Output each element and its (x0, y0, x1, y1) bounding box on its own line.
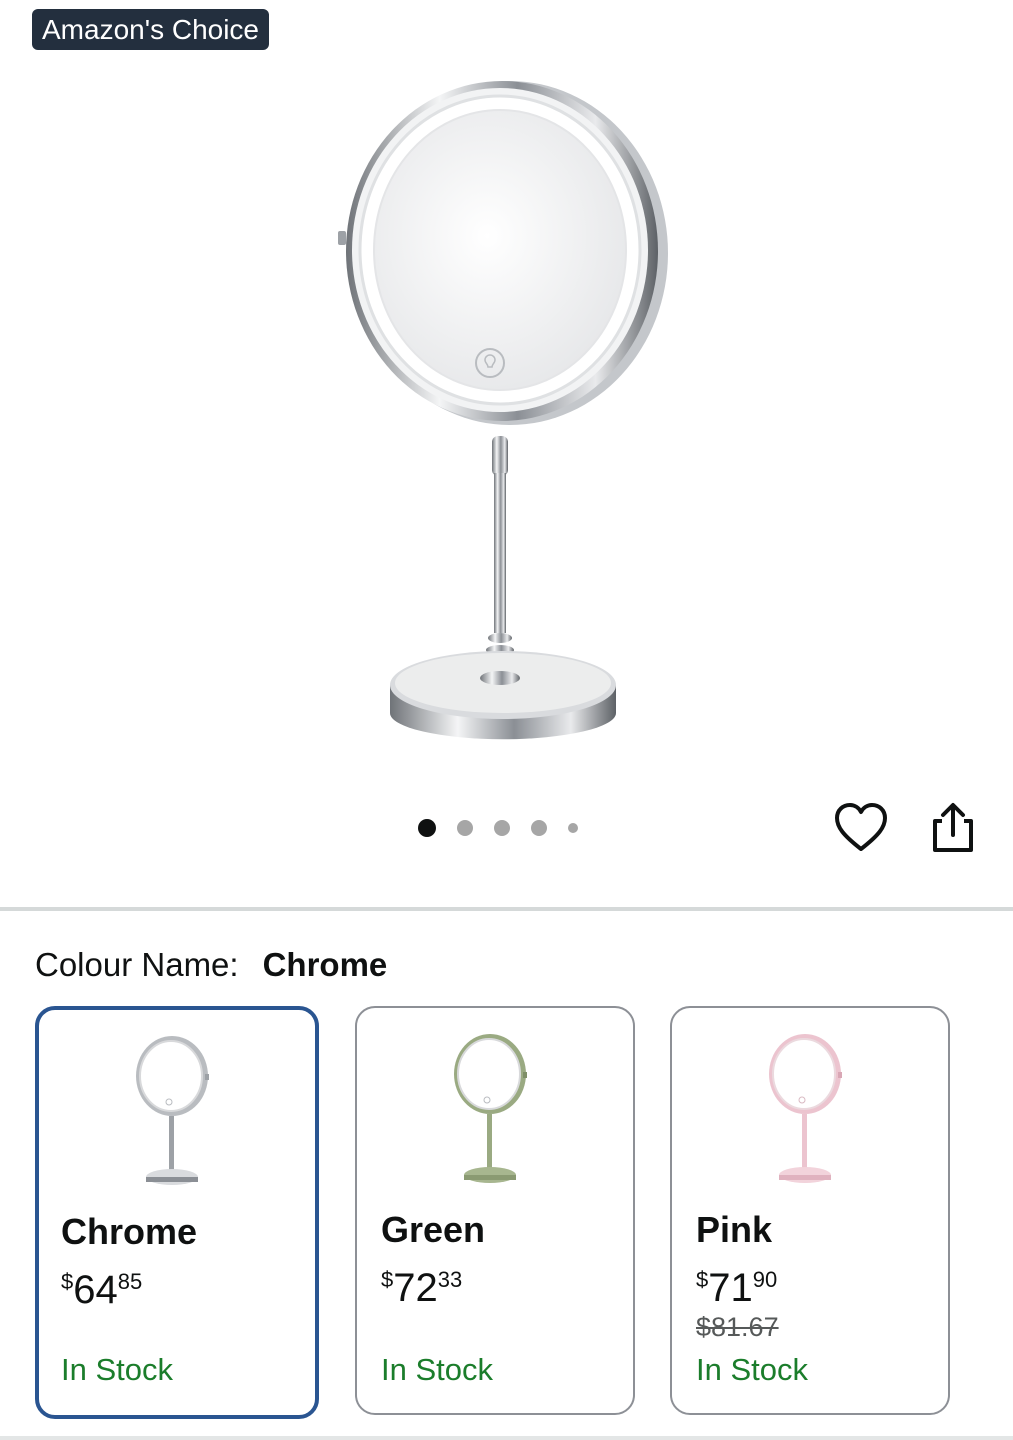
pagination-dot[interactable] (568, 823, 578, 833)
colour-name-row: Colour Name: Chrome (35, 942, 387, 988)
heart-outline-icon[interactable] (833, 801, 889, 855)
variant-name: Chrome (61, 1211, 198, 1252)
variant-price: $7190 (696, 1266, 778, 1310)
pagination-dot-active[interactable] (418, 819, 436, 837)
pagination-dot[interactable] (457, 820, 473, 836)
variant-price: $6485 (61, 1268, 143, 1312)
variant-stock-status: In Stock (61, 1352, 173, 1387)
variant-stock-status: In Stock (381, 1352, 493, 1387)
product-image[interactable] (330, 68, 690, 758)
share-icon[interactable] (928, 801, 978, 855)
variant-swatch-chrome[interactable]: Chrome $6485 In Stock (35, 1006, 319, 1419)
pagination-dot[interactable] (494, 820, 510, 836)
variant-name: Pink (696, 1209, 773, 1250)
colour-name-label: Colour Name: (35, 946, 239, 983)
amazons-choice-badge: Amazon's Choice (32, 9, 269, 50)
variant-list-price: $81.67 (696, 1312, 779, 1342)
variant-swatch-green[interactable]: Green $7233 In Stock (355, 1006, 635, 1415)
variant-stock-status: In Stock (696, 1352, 808, 1387)
variant-price: $7233 (381, 1266, 463, 1310)
variant-thumbnail (769, 1034, 842, 1183)
variant-thumbnail (454, 1034, 527, 1183)
image-pagination[interactable] (418, 814, 578, 842)
colour-name-value: Chrome (262, 946, 388, 983)
variant-name: Green (381, 1209, 486, 1250)
pagination-dot[interactable] (531, 820, 547, 836)
variant-thumbnail (136, 1036, 209, 1185)
bottom-divider (0, 1436, 1013, 1440)
section-divider (0, 907, 1013, 911)
variant-swatch-pink[interactable]: Pink $7190 $81.67 In Stock (670, 1006, 950, 1415)
